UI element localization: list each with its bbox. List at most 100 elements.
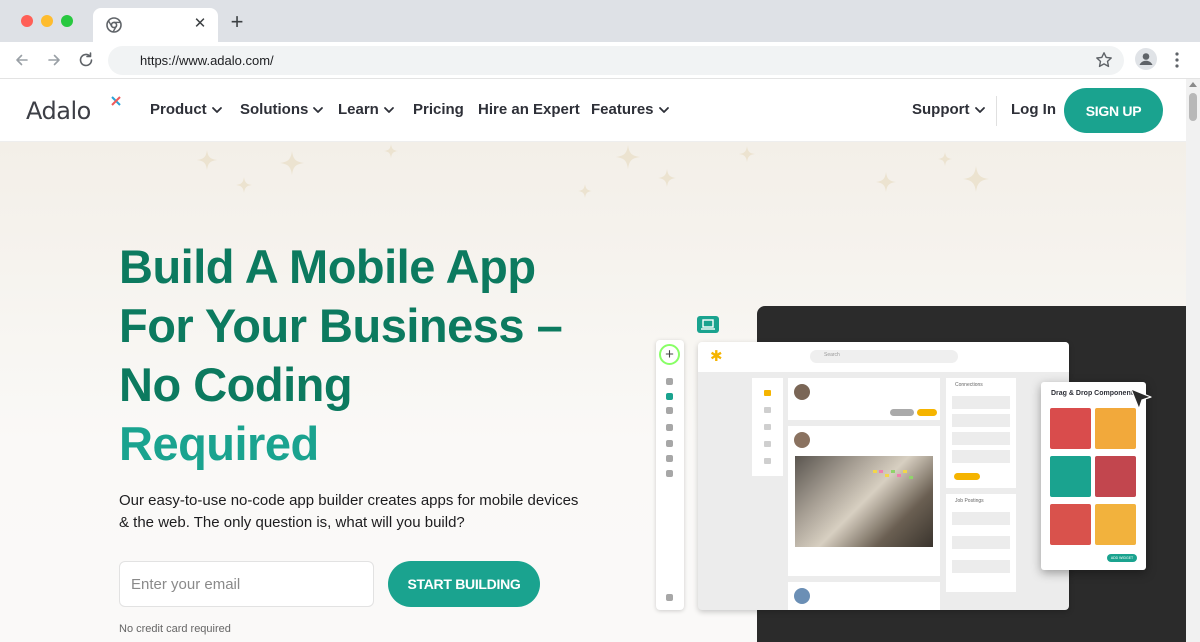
component-tile [1050, 408, 1091, 449]
tool-icon [666, 407, 673, 414]
profile-avatar-icon[interactable] [1135, 48, 1157, 70]
back-arrow-icon[interactable] [12, 50, 32, 70]
builder-toolbar: + [656, 340, 684, 610]
connections-card: Connections [946, 378, 1016, 488]
signup-button[interactable]: SIGN UP [1064, 88, 1163, 133]
tool-icon [666, 440, 673, 447]
login-link[interactable]: Log In [1011, 101, 1056, 118]
nav-learn[interactable]: Learn [338, 101, 395, 118]
chevron-down-icon [211, 106, 222, 113]
site-header: Adalo Product Solutions Learn Pricing Hi… [0, 79, 1186, 142]
nav-product-label: Product [150, 101, 207, 118]
headline-line-3: No Coding [119, 358, 353, 411]
nav-support-label: Support [912, 101, 970, 118]
office-photo [795, 456, 933, 547]
chevron-down-icon [658, 106, 669, 113]
sparkle-icon [236, 177, 252, 193]
minimize-window-button[interactable] [41, 15, 53, 27]
no-credit-card-note: No credit card required [119, 623, 231, 635]
email-input[interactable] [119, 561, 374, 607]
browser-menu-icon[interactable] [1170, 49, 1184, 71]
sparkle-icon [280, 151, 304, 175]
dnd-add-button: ADD WIDGET [1107, 554, 1137, 562]
url-text: https://www.adalo.com/ [140, 53, 274, 68]
sparkle-icon [876, 172, 896, 192]
laptop-icon [697, 316, 719, 333]
browser-toolbar: https://www.adalo.com/ [0, 42, 1200, 79]
avatar [794, 588, 810, 604]
app-search-label: Search [824, 352, 840, 358]
nav-learn-label: Learn [338, 101, 379, 118]
tab-close-icon[interactable]: ✕ [191, 15, 209, 33]
scroll-up-arrow-icon[interactable] [1189, 82, 1197, 87]
reload-icon[interactable] [76, 50, 96, 70]
browser-tab[interactable]: ✕ [93, 8, 218, 42]
header-divider [996, 96, 997, 126]
component-tile [1095, 456, 1136, 497]
nav-dot-icon [764, 424, 771, 430]
avatar [794, 432, 810, 448]
scroll-thumb[interactable] [1189, 93, 1197, 121]
avatar [794, 384, 810, 400]
sparkle-icon [963, 166, 989, 192]
nav-dot-icon [764, 441, 771, 447]
logo-sparkle-icon [111, 96, 121, 106]
tool-icon [666, 424, 673, 431]
chevron-down-icon [383, 106, 394, 113]
headline-line-2: For Your Business – [119, 299, 563, 352]
chevron-down-icon [974, 106, 985, 113]
app-preview-topbar: ✱ Search [698, 342, 1069, 372]
component-tile [1095, 408, 1136, 449]
browser-tab-bar: ✕ + [0, 0, 1200, 42]
bookmark-star-icon[interactable] [1094, 50, 1114, 70]
app-preview-window: ✱ Search Connections Job Postings [698, 342, 1069, 610]
pill-badge [890, 409, 914, 416]
start-building-button[interactable]: START BUILDING [388, 561, 540, 607]
chrome-favicon-icon [106, 17, 122, 33]
forward-arrow-icon[interactable] [44, 50, 64, 70]
component-tile [1050, 456, 1091, 497]
job-postings-label: Job Postings [955, 498, 984, 504]
maximize-window-button[interactable] [61, 15, 73, 27]
app-search-bar: Search [810, 350, 958, 363]
tool-icon [666, 378, 673, 385]
new-tab-button[interactable]: + [228, 11, 246, 33]
adalo-logo[interactable]: Adalo [26, 95, 121, 125]
component-tile [1095, 504, 1136, 545]
feed-post [788, 378, 940, 420]
sparkle-icon [938, 152, 952, 166]
logo-text: Adalo [26, 97, 91, 125]
chevron-down-icon [313, 106, 324, 113]
nav-pricing[interactable]: Pricing [413, 101, 464, 118]
nav-hire-an-expert[interactable]: Hire an Expert [478, 101, 580, 118]
sparkle-icon [578, 184, 592, 198]
nav-support[interactable]: Support [912, 101, 986, 118]
home-icon [764, 390, 771, 396]
component-tile [1050, 504, 1091, 545]
hero-subtext: Our easy-to-use no-code app builder crea… [119, 492, 579, 531]
tool-icon [666, 470, 673, 477]
close-window-button[interactable] [21, 15, 33, 27]
sparkle-icon [384, 144, 398, 158]
dnd-title: Drag & Drop Components [1051, 390, 1137, 397]
connections-label: Connections [955, 382, 983, 388]
job-postings-card: Job Postings [946, 494, 1016, 592]
feed-post-photo [788, 426, 940, 576]
app-logo-icon: ✱ [710, 348, 723, 365]
app-mini-nav [752, 378, 783, 476]
nav-solutions[interactable]: Solutions [240, 101, 324, 118]
hero-section: Build A Mobile App For Your Business – N… [0, 142, 1186, 642]
nav-product[interactable]: Product [150, 101, 223, 118]
nav-pricing-label: Pricing [413, 101, 464, 118]
pill-badge [917, 409, 937, 416]
tool-icon [666, 455, 673, 462]
nav-dot-icon [764, 407, 771, 413]
address-bar[interactable]: https://www.adalo.com/ [108, 46, 1124, 75]
page-scrollbar[interactable] [1186, 79, 1200, 642]
add-component-icon: + [659, 344, 680, 365]
nav-solutions-label: Solutions [240, 101, 309, 118]
nav-features[interactable]: Features [591, 101, 670, 118]
nav-dot-icon [764, 458, 771, 464]
nav-hire-label: Hire an Expert [478, 101, 580, 118]
card-button [954, 473, 980, 480]
